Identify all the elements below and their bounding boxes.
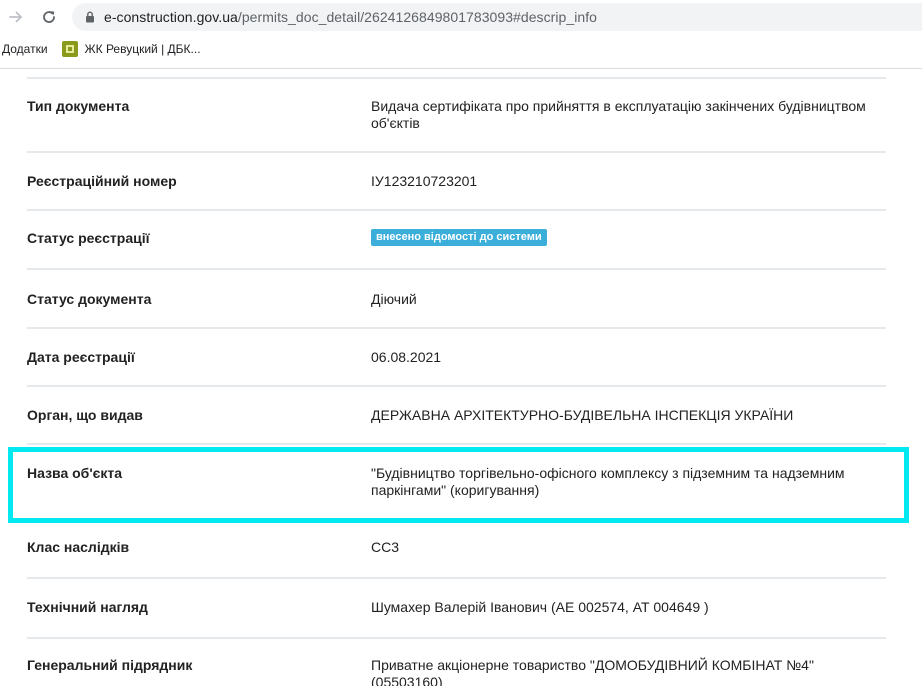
forward-button[interactable] xyxy=(4,5,28,29)
row-value: Приватне акціонерне товариство "ДОМОБУДІ… xyxy=(371,657,814,686)
row-label: Генеральний підрядник xyxy=(27,657,193,673)
row-label: Статус документа xyxy=(27,291,152,307)
row-document-status: Статус документа Діючий xyxy=(27,291,886,329)
row-value: Видача сертифіката про прийняття в експл… xyxy=(371,98,866,131)
reload-icon xyxy=(43,11,55,23)
row-label: Клас наслідків xyxy=(27,539,130,555)
row-label: Тип документа xyxy=(27,98,130,114)
row-label: Назва об'єкта xyxy=(27,465,123,481)
row-value: СС3 xyxy=(371,539,400,555)
bookmark-apps[interactable]: Додатки xyxy=(2,42,48,56)
row-label: Дата реєстрації xyxy=(27,349,135,365)
row-value: 06.08.2021 xyxy=(371,349,442,365)
row-general-contractor: Генеральний підрядник Приватне акціонерн… xyxy=(27,657,886,686)
address-bar[interactable]: e-construction.gov.ua/permits_doc_detail… xyxy=(72,3,922,31)
row-value: ДЕРЖАВНА АРХІТЕКТУРНО-БУДІВЕЛЬНА ІНСПЕКЦ… xyxy=(371,407,794,423)
row-object-name: Назва об'єкта "Будівництво торгівельно-о… xyxy=(27,465,886,505)
row-registration-number: Реєстраційний номер ІУ123210723201 xyxy=(27,173,886,211)
bookmark-label: ЖК Ревуцкий | ДБК... xyxy=(84,42,201,56)
row-document-type: Тип документа Видача сертифіката про при… xyxy=(27,98,886,153)
row-value: ІУ123210723201 xyxy=(371,173,478,189)
row-issuing-authority: Орган, що видав ДЕРЖАВНА АРХІТЕКТУРНО-БУ… xyxy=(27,407,886,445)
row-label: Орган, що видав xyxy=(27,407,143,423)
reload-button[interactable] xyxy=(37,5,61,29)
row-value: Шумахер Валерій Іванович (АЕ 002574, АТ … xyxy=(371,599,709,615)
row-value: "Будівництво торгівельно-офісного компле… xyxy=(371,465,845,498)
row-technical-supervision: Технічний нагляд Шумахер Валерій Іванови… xyxy=(27,599,886,639)
row-label: Реєстраційний номер xyxy=(27,173,177,189)
bookmarks-bar: Додатки ЖК Ревуцкий | ДБК... xyxy=(0,38,922,60)
lock-icon xyxy=(85,11,95,23)
row-value: Діючий xyxy=(371,291,417,307)
divider xyxy=(27,77,886,79)
row-consequence-class: Клас наслідків СС3 xyxy=(27,539,886,579)
url-path: /permits_doc_detail/2624126849801783093#… xyxy=(237,9,597,25)
url-text[interactable]: e-construction.gov.ua/permits_doc_detail… xyxy=(104,9,597,25)
row-label: Статус реєстрації xyxy=(27,230,150,246)
row-value: внесено відомості до системи xyxy=(371,227,871,246)
row-registration-status: Статус реєстрації внесено відомості до с… xyxy=(27,227,886,270)
row-registration-date: Дата реєстрації 06.08.2021 xyxy=(27,349,886,387)
row-label: Технічний нагляд xyxy=(27,599,148,615)
url-host: e-construction.gov.ua xyxy=(104,9,238,25)
browser-chrome: e-construction.gov.ua/permits_doc_detail… xyxy=(0,0,922,69)
status-badge: внесено відомості до системи xyxy=(371,229,547,246)
bookmark-item[interactable]: ЖК Ревуцкий | ДБК... xyxy=(61,41,201,57)
bookmark-favicon-icon xyxy=(61,41,78,57)
document-details: Тип документа Видача сертифіката про при… xyxy=(0,68,922,686)
arrow-forward-icon xyxy=(9,11,22,23)
